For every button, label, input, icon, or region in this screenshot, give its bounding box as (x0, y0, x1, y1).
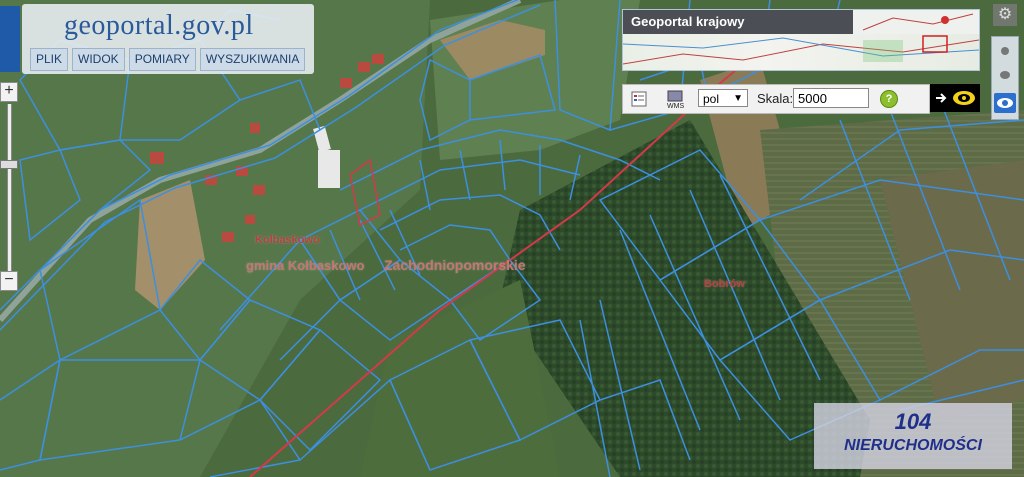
zoom-in-button[interactable]: + (0, 82, 18, 102)
menu-widok[interactable]: WIDOK (72, 48, 125, 71)
overview-title: Geoportal krajowy (623, 10, 861, 34)
place-label-kolbaskowo: Kolbaskowo (255, 234, 320, 246)
gmina-label: gmina Kołbaskowo (246, 258, 365, 273)
eye-small-icon[interactable] (1001, 47, 1009, 55)
legend-icon[interactable] (629, 89, 649, 109)
eye-icon (936, 91, 975, 105)
geoportal-logo[interactable]: geoportal.gov.pl (64, 10, 254, 42)
place-label-bobrow: Bobrów (704, 278, 745, 290)
language-select[interactable]: pol ▼ (698, 89, 748, 107)
partial-logo-icon (0, 6, 20, 72)
eye-active-icon[interactable] (994, 93, 1016, 113)
zoom-track[interactable] (7, 104, 12, 274)
zoom-slider-handle[interactable] (0, 160, 18, 169)
overview-map[interactable] (622, 34, 980, 70)
wms-icon[interactable]: WMS (665, 89, 685, 110)
zoom-control: + − (0, 82, 18, 292)
scale-label: Skala: (757, 91, 794, 106)
svg-text:WMS: WMS (667, 103, 684, 109)
menu-wyszukiwania[interactable]: WYSZUKIWANIA (199, 48, 306, 71)
menu-plik[interactable]: PLIK (30, 48, 69, 71)
agency-watermark: 104 NIERUCHOMOŚCI (814, 403, 1012, 469)
app-header: geoportal.gov.pl PLIK WIDOK POMIARY WYSZ… (22, 4, 314, 74)
main-menu: PLIK WIDOK POMIARY WYSZUKIWANIA (30, 48, 306, 71)
overview-map-panel: Geoportal krajowy (622, 9, 980, 71)
scale-input[interactable] (793, 88, 869, 108)
menu-pomiary[interactable]: POMIARY (128, 48, 196, 71)
gear-icon[interactable]: ⚙ (993, 4, 1017, 26)
map-toolbar: WMS pol ▼ Skala: ? (622, 84, 930, 114)
watermark-number: 104 (894, 409, 932, 434)
identify-tool-button[interactable] (930, 84, 980, 112)
zoom-out-button[interactable]: − (0, 271, 18, 291)
language-select-value: pol (703, 92, 720, 106)
layer-visibility-panel (991, 36, 1019, 120)
watermark-name: NIERUCHOMOŚCI (844, 437, 982, 454)
help-icon[interactable]: ? (880, 90, 898, 108)
region-label: Zachodniopomorskie (384, 257, 526, 273)
chevron-down-icon: ▼ (733, 93, 743, 104)
eye-medium-icon[interactable] (1000, 71, 1010, 79)
overview-thumbnail[interactable] (853, 10, 979, 34)
